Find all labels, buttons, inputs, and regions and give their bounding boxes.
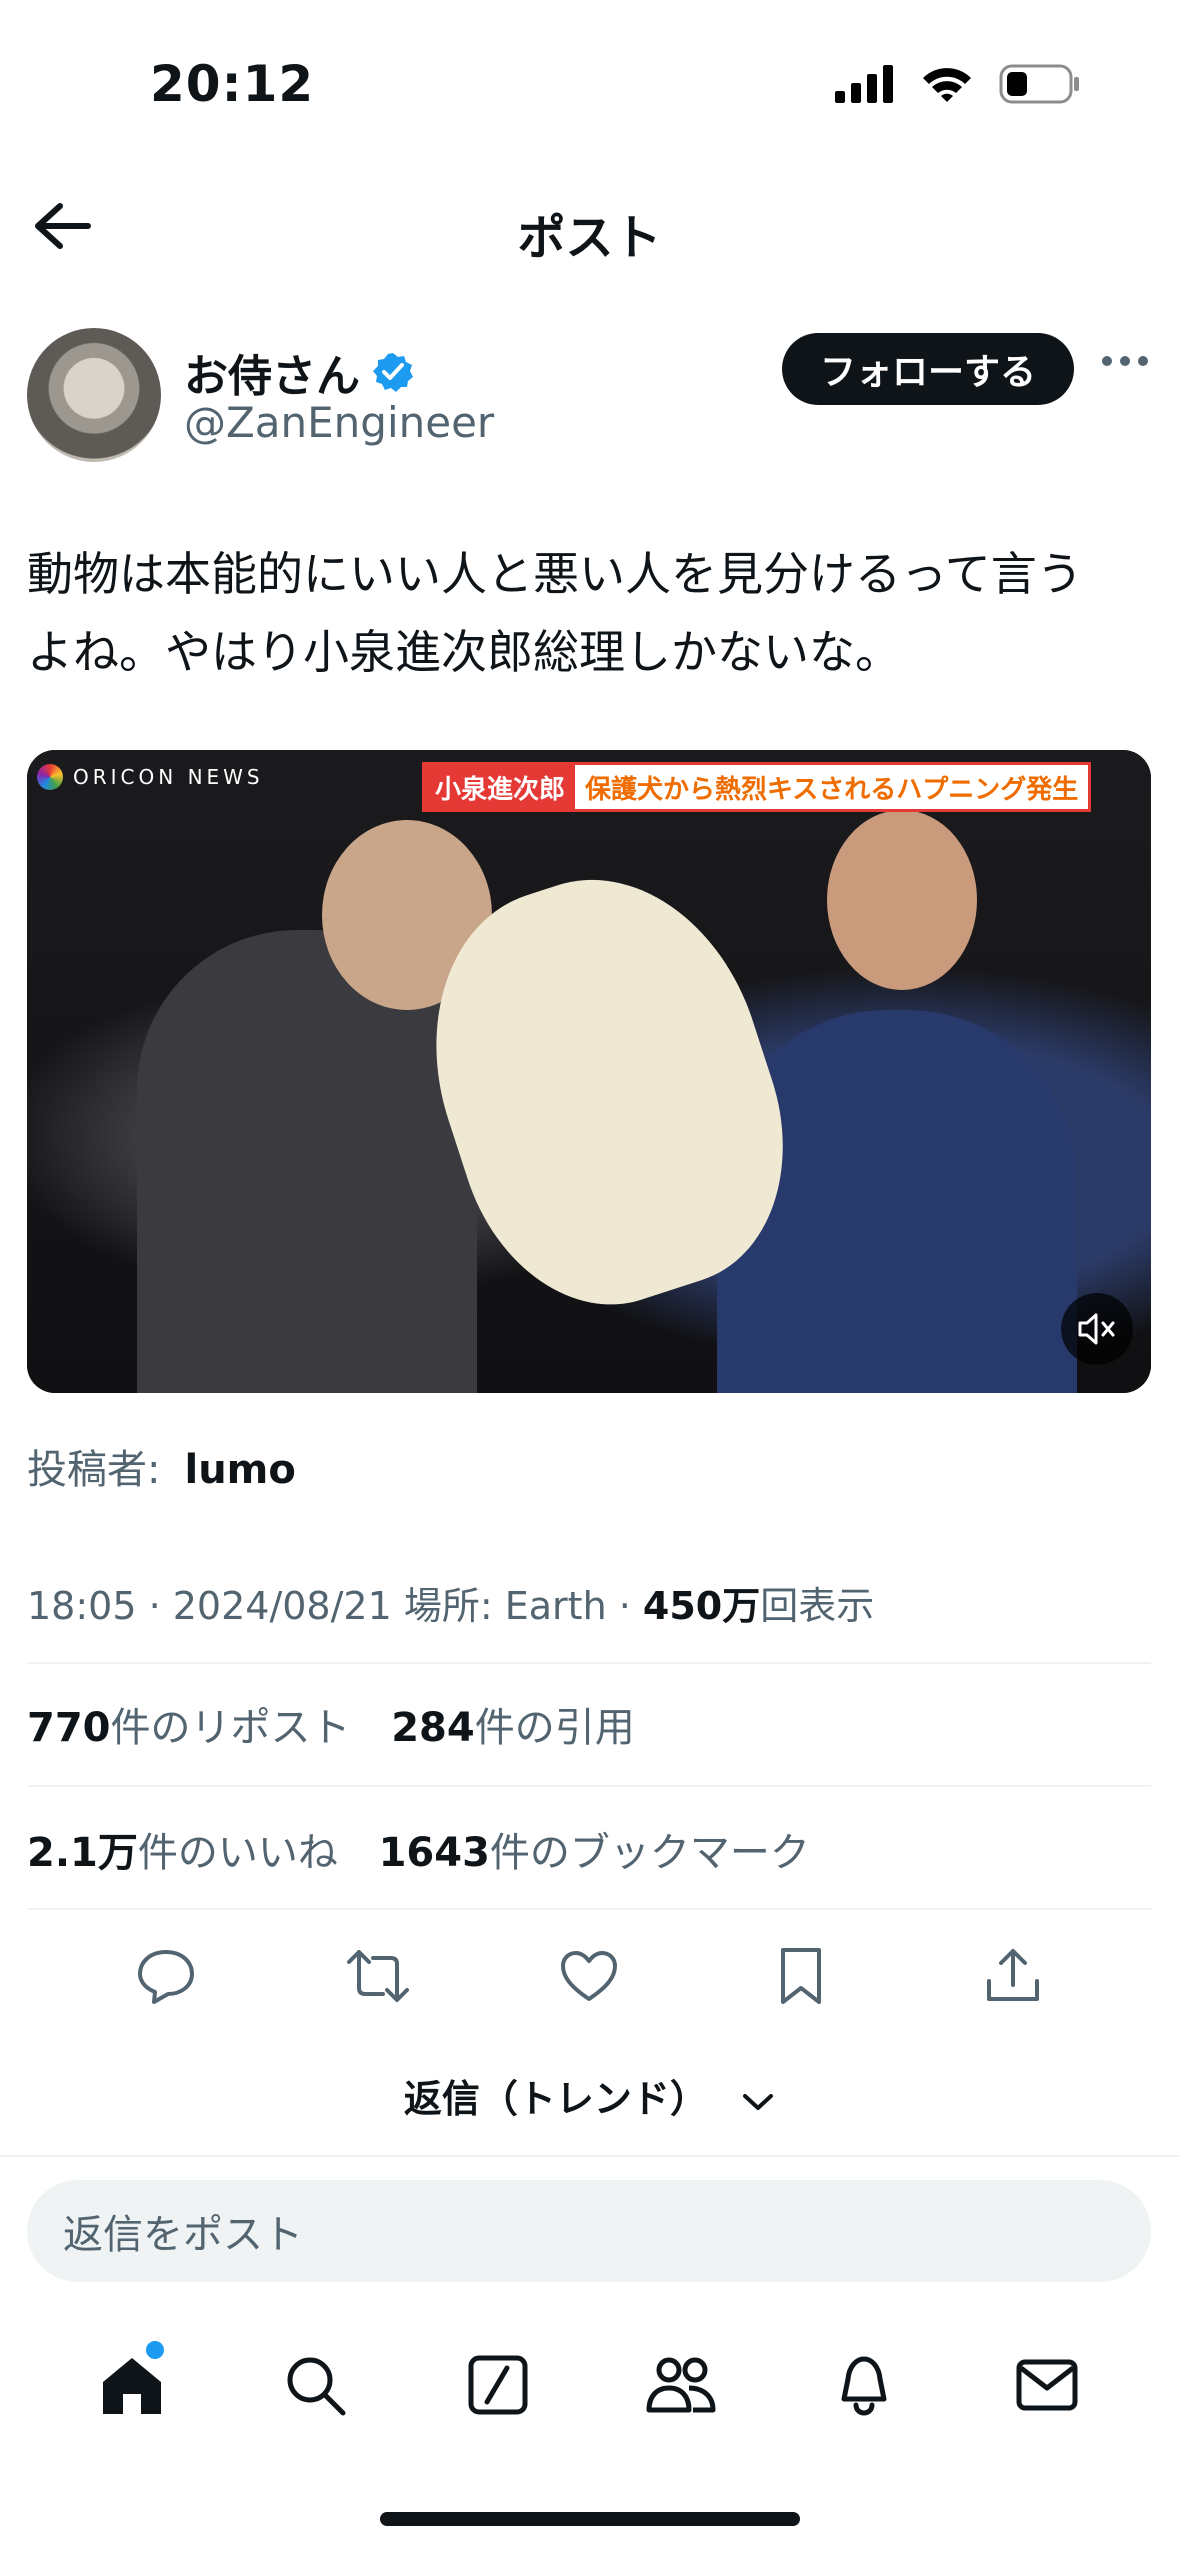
views-label: 回表示 — [760, 1584, 875, 1628]
speaker-muted-icon — [1078, 1313, 1115, 1345]
grok-icon — [468, 2355, 528, 2415]
tab-search[interactable] — [275, 2345, 355, 2425]
mail-icon — [1016, 2359, 1078, 2411]
post-video[interactable]: ORICON NEWS 小泉進次郎 保護犬から熱烈キスされるハプニング発生 — [27, 750, 1151, 1393]
repost-button[interactable] — [344, 1942, 412, 2010]
author-name[interactable]: お侍さん — [184, 340, 360, 404]
post-meta: 18:05 · 2024/08/21 場所: Earth · 450万回表示 — [27, 1575, 874, 1630]
divider — [27, 1785, 1151, 1787]
reply-button[interactable] — [132, 1942, 200, 2010]
back-arrow-icon[interactable] — [30, 200, 94, 252]
bookmarks-count: 1643 — [378, 1830, 490, 1876]
people-icon — [646, 2357, 716, 2413]
divider — [0, 2155, 1179, 2157]
quotes-stat[interactable]: 284件の引用 — [391, 1705, 635, 1751]
status-icons — [835, 64, 1081, 104]
reposts-label: 件のリポスト — [110, 1705, 351, 1751]
caption-text: 保護犬から熱烈キスされるハプニング発生 — [585, 774, 1079, 805]
tab-communities[interactable] — [641, 2345, 721, 2425]
oricon-logo-icon — [37, 764, 63, 790]
tab-notifications[interactable] — [824, 2345, 904, 2425]
home-icon — [102, 2358, 161, 2414]
mute-button[interactable] — [1061, 1293, 1133, 1365]
search-icon — [287, 2357, 346, 2416]
repost-icon — [346, 1950, 409, 2002]
like-button[interactable] — [555, 1942, 623, 2010]
post-location: 場所: Earth · — [403, 1584, 631, 1628]
tab-messages[interactable] — [1007, 2345, 1087, 2425]
chevron-down-icon — [743, 2093, 774, 2110]
caption-name: 小泉進次郎 — [425, 765, 576, 809]
wifi-icon — [923, 68, 971, 102]
reply-icon — [137, 1950, 194, 2004]
post-text: 動物は本能的にいい人と悪い人を見分けるって言う よね。やはり小泉進次郎総理しかな… — [27, 535, 1157, 691]
views-count: 450万 — [642, 1584, 761, 1628]
bookmark-icon — [781, 1948, 822, 2004]
share-button[interactable] — [979, 1942, 1047, 2010]
likes-label: 件のいいね — [137, 1830, 338, 1876]
bell-icon — [841, 2356, 887, 2416]
status-time: 20:12 — [150, 55, 315, 113]
heart-icon — [561, 1951, 618, 2001]
avatar[interactable] — [27, 328, 161, 462]
video-figure — [827, 810, 977, 990]
reply-sort-dropdown[interactable]: 返信（トレンド） — [0, 2068, 1179, 2123]
quotes-label: 件の引用 — [474, 1705, 635, 1751]
likes-stat[interactable]: 2.1万件のいいね — [27, 1830, 338, 1876]
poster-name[interactable]: lumo — [184, 1447, 295, 1493]
author-name-row[interactable]: お侍さん — [184, 340, 414, 404]
video-caption: 小泉進次郎 保護犬から熱烈キスされるハプニング発生 — [422, 762, 1092, 812]
tab-bar — [0, 2341, 1179, 2425]
video-watermark: ORICON NEWS — [37, 764, 264, 790]
stats-row-reposts: 770件のリポスト 284件の引用 — [27, 1695, 635, 1753]
divider — [27, 1662, 1151, 1664]
signal-icon — [835, 65, 893, 103]
post-text-line: よね。やはり小泉進次郎総理しかないな。 — [27, 625, 901, 679]
tab-home[interactable] — [92, 2341, 172, 2425]
home-indicator — [380, 2512, 800, 2526]
reposts-stat[interactable]: 770件のリポスト — [27, 1705, 351, 1751]
bookmarks-label: 件のブックマーク — [489, 1830, 810, 1876]
action-bar — [0, 1942, 1179, 2010]
likes-count: 2.1万 — [27, 1830, 138, 1876]
tab-grok[interactable] — [458, 2345, 538, 2425]
poster-label: 投稿者: — [27, 1447, 161, 1493]
stats-row-likes: 2.1万件のいいね 1643件のブックマーク — [27, 1820, 810, 1878]
author-handle[interactable]: @ZanEngineer — [184, 398, 494, 447]
page-title: ポスト — [517, 210, 662, 266]
reposts-count: 770 — [27, 1705, 111, 1751]
post-timestamp[interactable]: 18:05 · 2024/08/21 — [27, 1584, 392, 1628]
bookmark-button[interactable] — [767, 1942, 835, 2010]
watermark-text: ORICON NEWS — [73, 765, 264, 789]
verified-badge-icon — [373, 353, 413, 392]
reply-sort-label: 返信（トレンド） — [403, 2077, 708, 2121]
quotes-count: 284 — [391, 1705, 475, 1751]
poster-attribution: 投稿者: lumo — [27, 1437, 296, 1495]
battery-icon — [999, 64, 1079, 104]
reply-input[interactable]: 返信をポスト — [27, 2180, 1151, 2282]
divider — [27, 1908, 1151, 1910]
follow-button[interactable]: フォローする — [782, 333, 1074, 405]
bookmarks-stat[interactable]: 1643件のブックマーク — [379, 1830, 810, 1876]
notification-dot — [145, 2341, 164, 2359]
share-icon — [987, 1949, 1040, 2001]
more-options-icon[interactable] — [1102, 356, 1148, 366]
post-text-line: 動物は本能的にいい人と悪い人を見分けるって言う — [27, 547, 1083, 601]
